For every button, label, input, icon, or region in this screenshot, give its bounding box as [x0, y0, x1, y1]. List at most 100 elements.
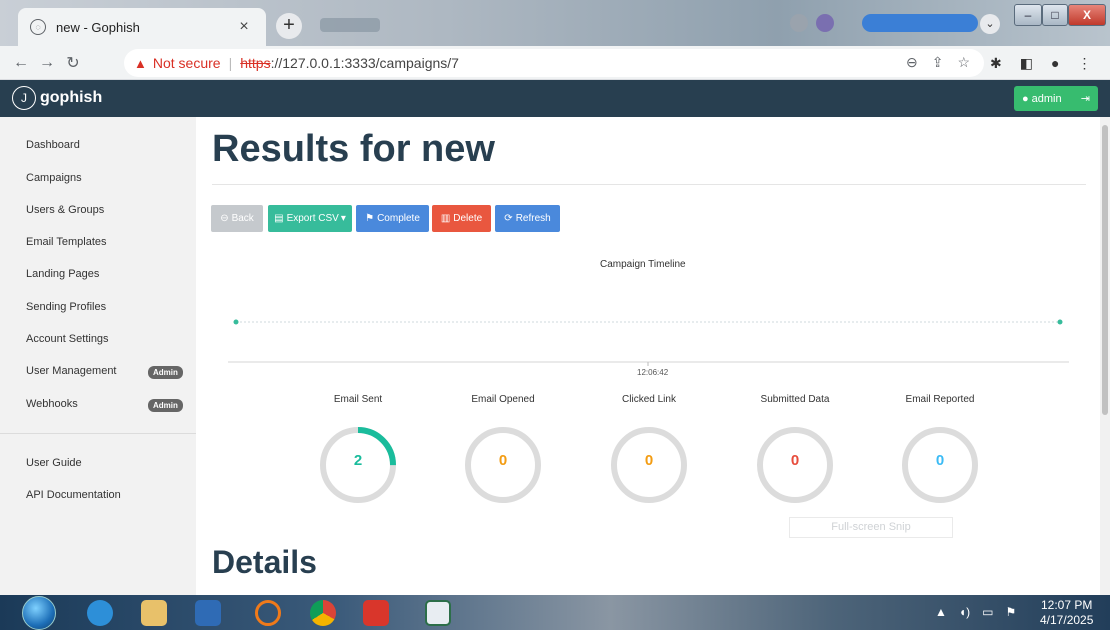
admin-badge: Admin — [148, 366, 183, 379]
minimize-button[interactable]: – — [1014, 4, 1042, 26]
sidebar-item-api-documentation[interactable]: API Documentation — [26, 489, 121, 501]
user-menu-button[interactable]: ● admin ⇥ — [1014, 86, 1098, 111]
internet-explorer-icon[interactable] — [80, 598, 120, 628]
side-panel-icon[interactable]: ◧ — [1020, 55, 1033, 72]
page-title: Results for new — [212, 128, 495, 170]
bookmark-star-icon[interactable]: ☆ — [957, 54, 970, 71]
stat-label-email-sent: Email Sent — [333, 394, 383, 405]
browser-update-pill[interactable] — [862, 14, 978, 32]
stat-label-email-opened: Email Opened — [471, 394, 535, 405]
sidebar-item-sending-profiles[interactable]: Sending Profiles — [26, 301, 106, 313]
back-arrow-icon[interactable]: ← — [8, 54, 34, 72]
forward-arrow-icon[interactable]: → — [34, 54, 60, 72]
windows-taskbar: ▲ ◖) ▭ ⚑ 12:07 PM 4/17/2025 — [0, 595, 1110, 630]
maximize-button[interactable]: □ — [1042, 4, 1068, 26]
profile-icon[interactable] — [816, 14, 834, 32]
stat-value-email-opened: 0 — [498, 452, 508, 469]
gophish-logo-icon: J — [12, 86, 36, 110]
delete-button[interactable]: ▥ Delete — [432, 205, 491, 232]
admin-badge: Admin — [148, 399, 183, 412]
account-avatar-icon[interactable]: ● — [1051, 55, 1059, 72]
stat-value-submitted-data: 0 — [790, 452, 800, 469]
sidebar-item-dashboard[interactable]: Dashboard — [26, 139, 80, 151]
stat-label-email-reported: Email Reported — [905, 394, 975, 405]
extensions-puzzle-icon[interactable]: ✱ — [990, 55, 1002, 72]
trash-icon: ▥ — [440, 213, 451, 224]
sidebar-divider — [0, 433, 196, 434]
brand-name: gophish — [40, 89, 103, 106]
zoom-icon[interactable]: ⊖ — [906, 54, 918, 71]
app-navbar: J gophish ● admin ⇥ — [0, 80, 1110, 117]
browser-tab[interactable]: ◌ new - Gophish × — [18, 8, 266, 46]
export-label: Export CSV — [286, 213, 339, 224]
stat-value-email-sent: 2 — [353, 452, 363, 469]
stat-value-email-reported: 0 — [935, 452, 945, 469]
browser-tab-strip: ◌ new - Gophish × + ⌄ – □ X — [0, 0, 1110, 46]
gophish-favicon-icon: ◌ — [30, 19, 46, 35]
back-button[interactable]: ⊖ Back — [211, 205, 263, 232]
scrollbar-thumb[interactable] — [1102, 125, 1108, 415]
menu-kebab-icon[interactable]: ⋮ — [1077, 55, 1091, 72]
network-icon[interactable]: ▭ — [982, 605, 993, 619]
window-app-icon[interactable] — [418, 598, 458, 628]
timeline-tick-label: 12:06:42 — [637, 368, 669, 377]
app-orange-icon[interactable] — [248, 598, 288, 628]
complete-label: Complete — [377, 213, 420, 224]
title-divider — [212, 184, 1086, 185]
url-scheme: https — [240, 55, 271, 71]
stat-value-clicked-link: 0 — [644, 452, 654, 469]
system-tray: ▲ ◖) ▭ ⚑ — [935, 605, 1016, 619]
tab-close-icon[interactable]: × — [234, 18, 254, 36]
sidebar-item-users-groups[interactable]: Users & Groups — [26, 204, 104, 216]
logout-icon[interactable]: ⇥ — [1081, 92, 1090, 105]
new-tab-button[interactable]: + — [276, 13, 302, 39]
close-window-button[interactable]: X — [1068, 4, 1106, 26]
volume-icon[interactable]: ◖) — [959, 605, 970, 619]
warning-icon: ▲ — [134, 55, 147, 71]
back-label: Back — [231, 213, 254, 224]
action-center-flag-icon[interactable]: ⚑ — [1005, 605, 1016, 619]
tray-expand-icon[interactable]: ▲ — [935, 605, 947, 619]
flag-icon: ⚑ — [365, 213, 375, 224]
share-icon[interactable]: ⇪ — [932, 54, 944, 71]
reload-icon[interactable]: ↻ — [60, 53, 86, 73]
stat-label-clicked-link: Clicked Link — [622, 394, 676, 405]
brand-link[interactable]: J gophish — [12, 86, 102, 110]
clock-time: 12:07 PM — [1041, 598, 1093, 612]
taskbar-clock[interactable]: 12:07 PM 4/17/2025 — [1040, 598, 1093, 628]
tab-title: new - Gophish — [56, 19, 140, 35]
address-toolbar: ← → ↻ ▲ Not secure | https ://127.0.0.1:… — [0, 46, 1110, 80]
sidebar-item-campaigns[interactable]: Campaigns — [26, 172, 82, 184]
sidebar: Dashboard Campaigns Users & Groups Email… — [0, 117, 196, 595]
sidebar-item-webhooks[interactable]: Webhooks — [26, 398, 78, 410]
export-csv-button[interactable]: ▤ Export CSV ▾ — [268, 205, 352, 232]
sidebar-item-user-management[interactable]: User Management — [26, 365, 117, 377]
sidebar-item-user-guide[interactable]: User Guide — [26, 457, 82, 469]
url-input[interactable]: ▲ Not secure | https ://127.0.0.1:3333/c… — [124, 49, 984, 77]
separator: | — [228, 55, 233, 71]
chrome-icon[interactable] — [303, 598, 343, 628]
refresh-label: Refresh — [515, 213, 551, 224]
delete-label: Delete — [453, 213, 483, 224]
snip-overlay: Full-screen Snip — [789, 517, 953, 538]
file-explorer-icon[interactable] — [134, 598, 174, 628]
back-circle-icon: ⊖ — [220, 213, 229, 224]
clock-date: 4/17/2025 — [1040, 613, 1094, 627]
sidebar-item-email-templates[interactable]: Email Templates — [26, 236, 107, 248]
complete-button[interactable]: ⚑ Complete — [356, 205, 429, 232]
refresh-button[interactable]: ⟳ Refresh — [495, 205, 560, 232]
start-button-icon[interactable] — [22, 596, 56, 630]
file-export-icon: ▤ — [274, 213, 284, 224]
media-player-icon[interactable] — [188, 598, 228, 628]
timeline-start-point — [233, 319, 239, 325]
timeline-title: Campaign Timeline — [600, 259, 686, 270]
extension-icon[interactable] — [790, 14, 808, 32]
refresh-icon: ⟳ — [504, 213, 513, 224]
user-label: admin — [1031, 92, 1062, 105]
sidebar-item-landing-pages[interactable]: Landing Pages — [26, 268, 99, 280]
wps-office-icon[interactable] — [356, 598, 396, 628]
stat-label-submitted-data: Submitted Data — [760, 394, 830, 405]
security-label[interactable]: Not secure — [153, 55, 221, 71]
sidebar-item-account-settings[interactable]: Account Settings — [26, 333, 109, 345]
tab-search-chevron-icon[interactable]: ⌄ — [980, 14, 1000, 34]
